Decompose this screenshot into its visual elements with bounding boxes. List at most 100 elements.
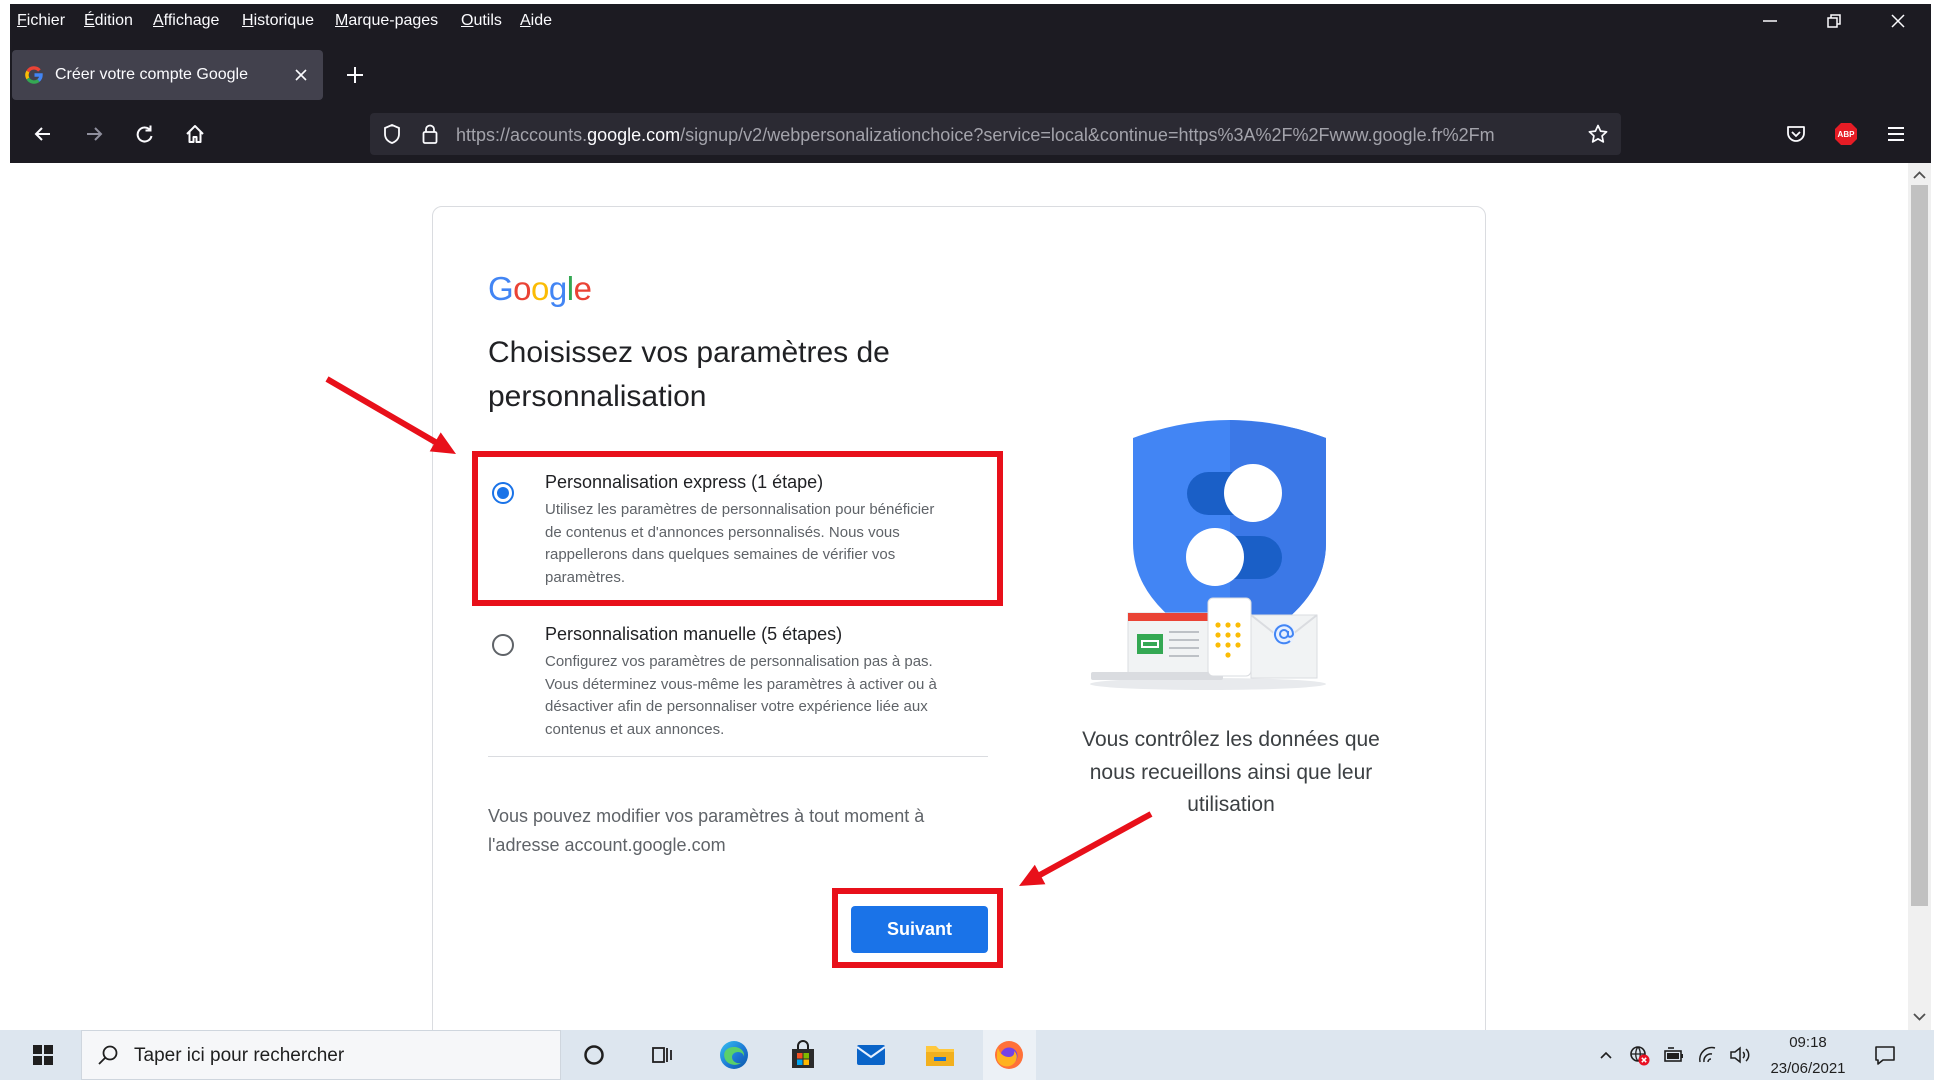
divider [488, 756, 988, 757]
scroll-down-icon[interactable] [1912, 1010, 1927, 1024]
task-view-icon [652, 1047, 672, 1063]
firefox-taskbar-button[interactable] [991, 1037, 1027, 1073]
google-logo: Google [488, 270, 592, 308]
tab-title: Créer votre compte Google [55, 66, 248, 83]
annotation-box-express [472, 451, 1003, 606]
close-icon [1891, 14, 1905, 28]
radio-manual[interactable] [492, 634, 514, 656]
new-tab-button[interactable] [341, 61, 369, 89]
lock-icon [422, 124, 438, 144]
description-line: contenus et aux annonces. [545, 720, 725, 738]
wifi-icon [1699, 1046, 1716, 1063]
notification-icon [1875, 1046, 1895, 1065]
reload-button[interactable] [130, 120, 158, 148]
folder-icon [926, 1046, 954, 1066]
show-hidden-icons-button[interactable] [1594, 1043, 1618, 1067]
url-prefix: https://accounts. [456, 125, 588, 145]
minimize-window-button[interactable] [1756, 7, 1784, 35]
bookmark-star-button[interactable] [1584, 120, 1612, 148]
caption-line: utilisation [1187, 793, 1275, 816]
tracking-protection-button[interactable] [378, 120, 406, 148]
settings-note-line: l'adresse account.google.com [488, 835, 726, 855]
menu-fichier[interactable]: Fichier [17, 11, 65, 31]
file-explorer-taskbar-button[interactable] [922, 1037, 958, 1073]
minimize-icon [1763, 20, 1777, 22]
reload-icon [136, 125, 153, 143]
shield-icon [384, 124, 400, 144]
start-button[interactable] [25, 1037, 61, 1073]
description-line: désactiver afin de personnaliser votre e… [545, 698, 928, 716]
battery-button[interactable] [1662, 1043, 1686, 1067]
windows-logo-icon [33, 1045, 53, 1065]
open-menu-button[interactable] [1882, 120, 1910, 148]
restore-window-button[interactable] [1820, 7, 1848, 35]
close-tab-button[interactable] [287, 61, 315, 89]
menu-edition[interactable]: Édition [84, 11, 133, 31]
mail-icon [856, 1045, 886, 1065]
cortana-icon [584, 1045, 604, 1065]
url-domain: google.com [587, 125, 681, 145]
caption-line: nous recueillons ainsi que leur [1089, 760, 1373, 784]
forward-button[interactable] [80, 120, 108, 148]
taskbar-search[interactable]: Taper ici pour rechercher [81, 1030, 561, 1080]
menu-marque-pages[interactable]: Marque-pages [335, 11, 438, 31]
clock-date[interactable]: 23/06/2021 [1758, 1060, 1858, 1078]
illustration-caption: Vous contrôlez les données que nous recu… [1061, 724, 1401, 822]
page-title: Choisissez vos paramètres de personnalis… [488, 331, 890, 419]
option-manual-title[interactable]: Personnalisation manuelle (5 étapes) [545, 623, 842, 645]
address-bar[interactable]: https://accounts.google.com/signup/v2/we… [370, 113, 1621, 155]
close-window-button[interactable] [1884, 7, 1912, 35]
forward-icon [87, 127, 103, 141]
logo-letter: e [573, 270, 592, 307]
adblock-badge-text: ABP [1838, 130, 1856, 139]
close-tab-icon [295, 69, 307, 81]
store-icon [792, 1040, 814, 1068]
logo-letter: l [566, 270, 574, 307]
description-line: Vous déterminez vous-même les paramètres… [545, 675, 937, 693]
settings-note-line: Vous pouvez modifier vos paramètres à to… [488, 806, 925, 826]
wifi-button[interactable] [1696, 1043, 1720, 1067]
cortana-button[interactable] [576, 1037, 612, 1073]
settings-note: Vous pouvez modifier vos paramètres à to… [488, 802, 924, 860]
store-taskbar-button[interactable] [785, 1037, 821, 1073]
privacy-shield-illustration [1090, 420, 1326, 690]
tab-google-signup[interactable]: Créer votre compte Google [12, 50, 323, 100]
clock-time[interactable]: 09:18 [1768, 1034, 1848, 1052]
volume-button[interactable] [1728, 1043, 1752, 1067]
site-info-button[interactable] [416, 120, 444, 148]
adblock-icon: ABP [1835, 123, 1857, 145]
menu-affichage[interactable]: Affichage [153, 11, 219, 31]
menu-outils[interactable]: Outils [461, 11, 502, 31]
scroll-up-icon[interactable] [1912, 168, 1927, 182]
network-disconnected-icon [1630, 1046, 1650, 1066]
url-path: /signup/v2/webpersonalizationchoice?serv… [680, 125, 1495, 145]
page-title-line: Choisissez vos paramètres de [488, 336, 890, 369]
home-button[interactable] [181, 120, 209, 148]
network-status-button[interactable] [1628, 1043, 1652, 1067]
hamburger-menu-icon [1888, 127, 1904, 141]
task-view-button[interactable] [644, 1037, 680, 1073]
logo-letter: o [513, 270, 532, 307]
speaker-icon [1730, 1046, 1750, 1064]
action-center-button[interactable] [1873, 1043, 1897, 1067]
caption-line: Vous contrôlez les données que [1082, 728, 1380, 751]
logo-letter: o [531, 270, 549, 307]
restore-icon [1827, 14, 1841, 28]
logo-letter: G [488, 270, 514, 307]
home-icon [186, 125, 204, 143]
menu-historique[interactable]: Historique [242, 11, 314, 31]
adblock-plus-button[interactable]: ABP [1832, 120, 1860, 148]
back-button[interactable] [29, 120, 57, 148]
page-title-line: personnalisation [488, 380, 707, 413]
pocket-button[interactable] [1782, 120, 1810, 148]
search-placeholder: Taper ici pour rechercher [134, 1045, 345, 1066]
edge-taskbar-button[interactable] [716, 1037, 752, 1073]
mail-taskbar-button[interactable] [853, 1037, 889, 1073]
edge-icon [720, 1041, 748, 1069]
annotation-box-next [832, 888, 1003, 968]
description-line: Configurez vos paramètres de personnalis… [545, 653, 933, 670]
menu-aide[interactable]: Aide [520, 11, 552, 31]
scrollbar-thumb[interactable] [1911, 185, 1928, 906]
chevron-up-icon [1600, 1051, 1612, 1059]
url-text[interactable]: https://accounts.google.com/signup/v2/we… [456, 124, 1566, 146]
